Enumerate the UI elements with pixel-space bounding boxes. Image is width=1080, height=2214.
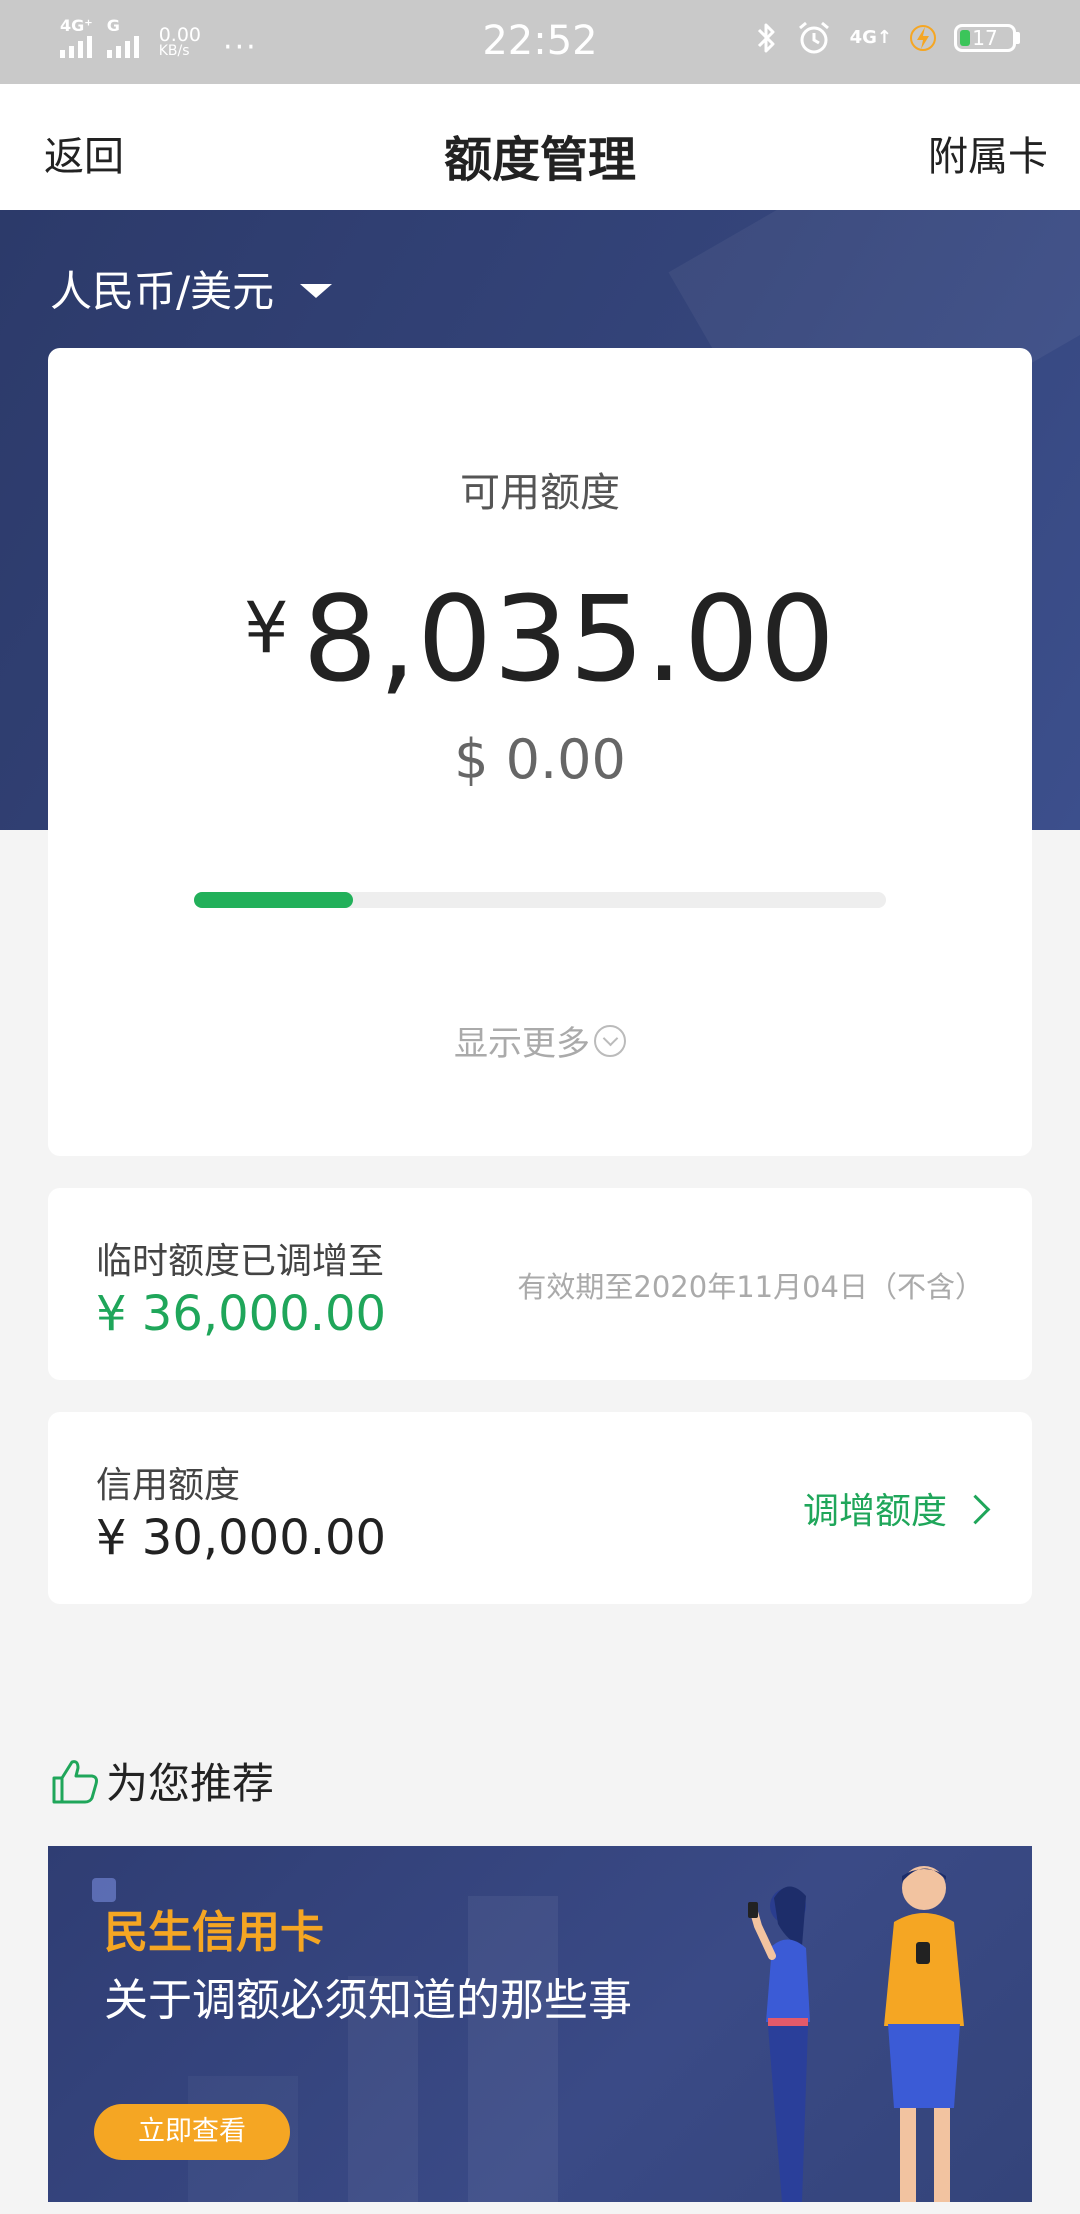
credit-usage-progress — [194, 892, 886, 908]
credit-limit-card: 信用额度 ¥ 30,000.00 调增额度 — [48, 1412, 1032, 1604]
bluetooth-icon — [757, 23, 775, 53]
page-title: 额度管理 — [443, 132, 636, 188]
promo-banner[interactable]: 民生信用卡 关于调额必须知道的那些事 立即查看 — [48, 1846, 1032, 2202]
recommend-heading: 为您推荐 — [48, 1750, 274, 1811]
show-more-button[interactable]: 显示更多 — [48, 1016, 1032, 1065]
progress-fill — [194, 892, 354, 908]
temporary-limit-label: 临时额度已调增至 — [96, 1241, 385, 1282]
credit-limit-label: 信用额度 — [96, 1465, 241, 1506]
battery-level: 17 — [972, 26, 998, 50]
recommend-heading-text: 为您推荐 — [106, 1759, 275, 1808]
banner-title: 关于调额必须知道的那些事 — [104, 1975, 632, 2026]
alarm-icon — [798, 21, 829, 54]
nav-bar: 返回 额度管理 附属卡 — [0, 84, 1080, 210]
cny-amount: 8,035.00 — [302, 570, 836, 708]
increase-limit-label: 调增额度 — [802, 1491, 947, 1532]
thumbs-up-icon — [52, 1759, 98, 1803]
status-right: 4G↑ 17 — [756, 20, 1020, 56]
banner-brand: 民生信用卡 — [104, 1907, 324, 1958]
caret-down-icon — [300, 283, 333, 298]
available-credit-label: 可用额度 — [460, 470, 620, 516]
people-illustration — [748, 1866, 964, 2202]
status-bar: 4G⁺ G 0.00 KB/s ··· 22:52 4G↑ 17 — [0, 0, 1080, 84]
available-credit-card: 可用额度 ¥8,035.00 $ 0.00 显示更多 — [48, 348, 1032, 1156]
show-more-label: 显示更多 — [454, 1024, 590, 1064]
battery-icon: 17 — [954, 24, 1020, 52]
currency-selector-label: 人民币/美元 — [50, 267, 275, 316]
charging-icon — [910, 25, 936, 51]
view-now-button[interactable]: 立即查看 — [94, 2104, 290, 2160]
chevron-down-circle-icon — [594, 1024, 626, 1057]
network-type: 4G↑ — [849, 27, 892, 48]
credit-limit-amount: ¥ 30,000.00 — [96, 1510, 387, 1566]
chevron-right-icon — [960, 1494, 991, 1524]
increase-limit-button[interactable]: 调增额度 — [802, 1482, 991, 1534]
supplementary-card-button[interactable]: 附属卡 — [928, 124, 1048, 182]
usd-amount: $ 0.00 — [454, 728, 626, 791]
temporary-limit-validity: 有效期至2020年11月04日（不含） — [517, 1270, 984, 1304]
currency-selector[interactable]: 人民币/美元 — [50, 258, 333, 319]
cny-symbol: ¥ — [243, 587, 289, 669]
available-credit-amount: ¥8,035.00 — [48, 570, 1032, 708]
temporary-limit-amount: ¥ 36,000.00 — [96, 1286, 387, 1342]
page: 4G⁺ G 0.00 KB/s ··· 22:52 4G↑ 17 返回 额度管理… — [0, 0, 1080, 2214]
temporary-limit-card: 临时额度已调增至 ¥ 36,000.00 有效期至2020年11月04日（不含） — [48, 1188, 1032, 1380]
